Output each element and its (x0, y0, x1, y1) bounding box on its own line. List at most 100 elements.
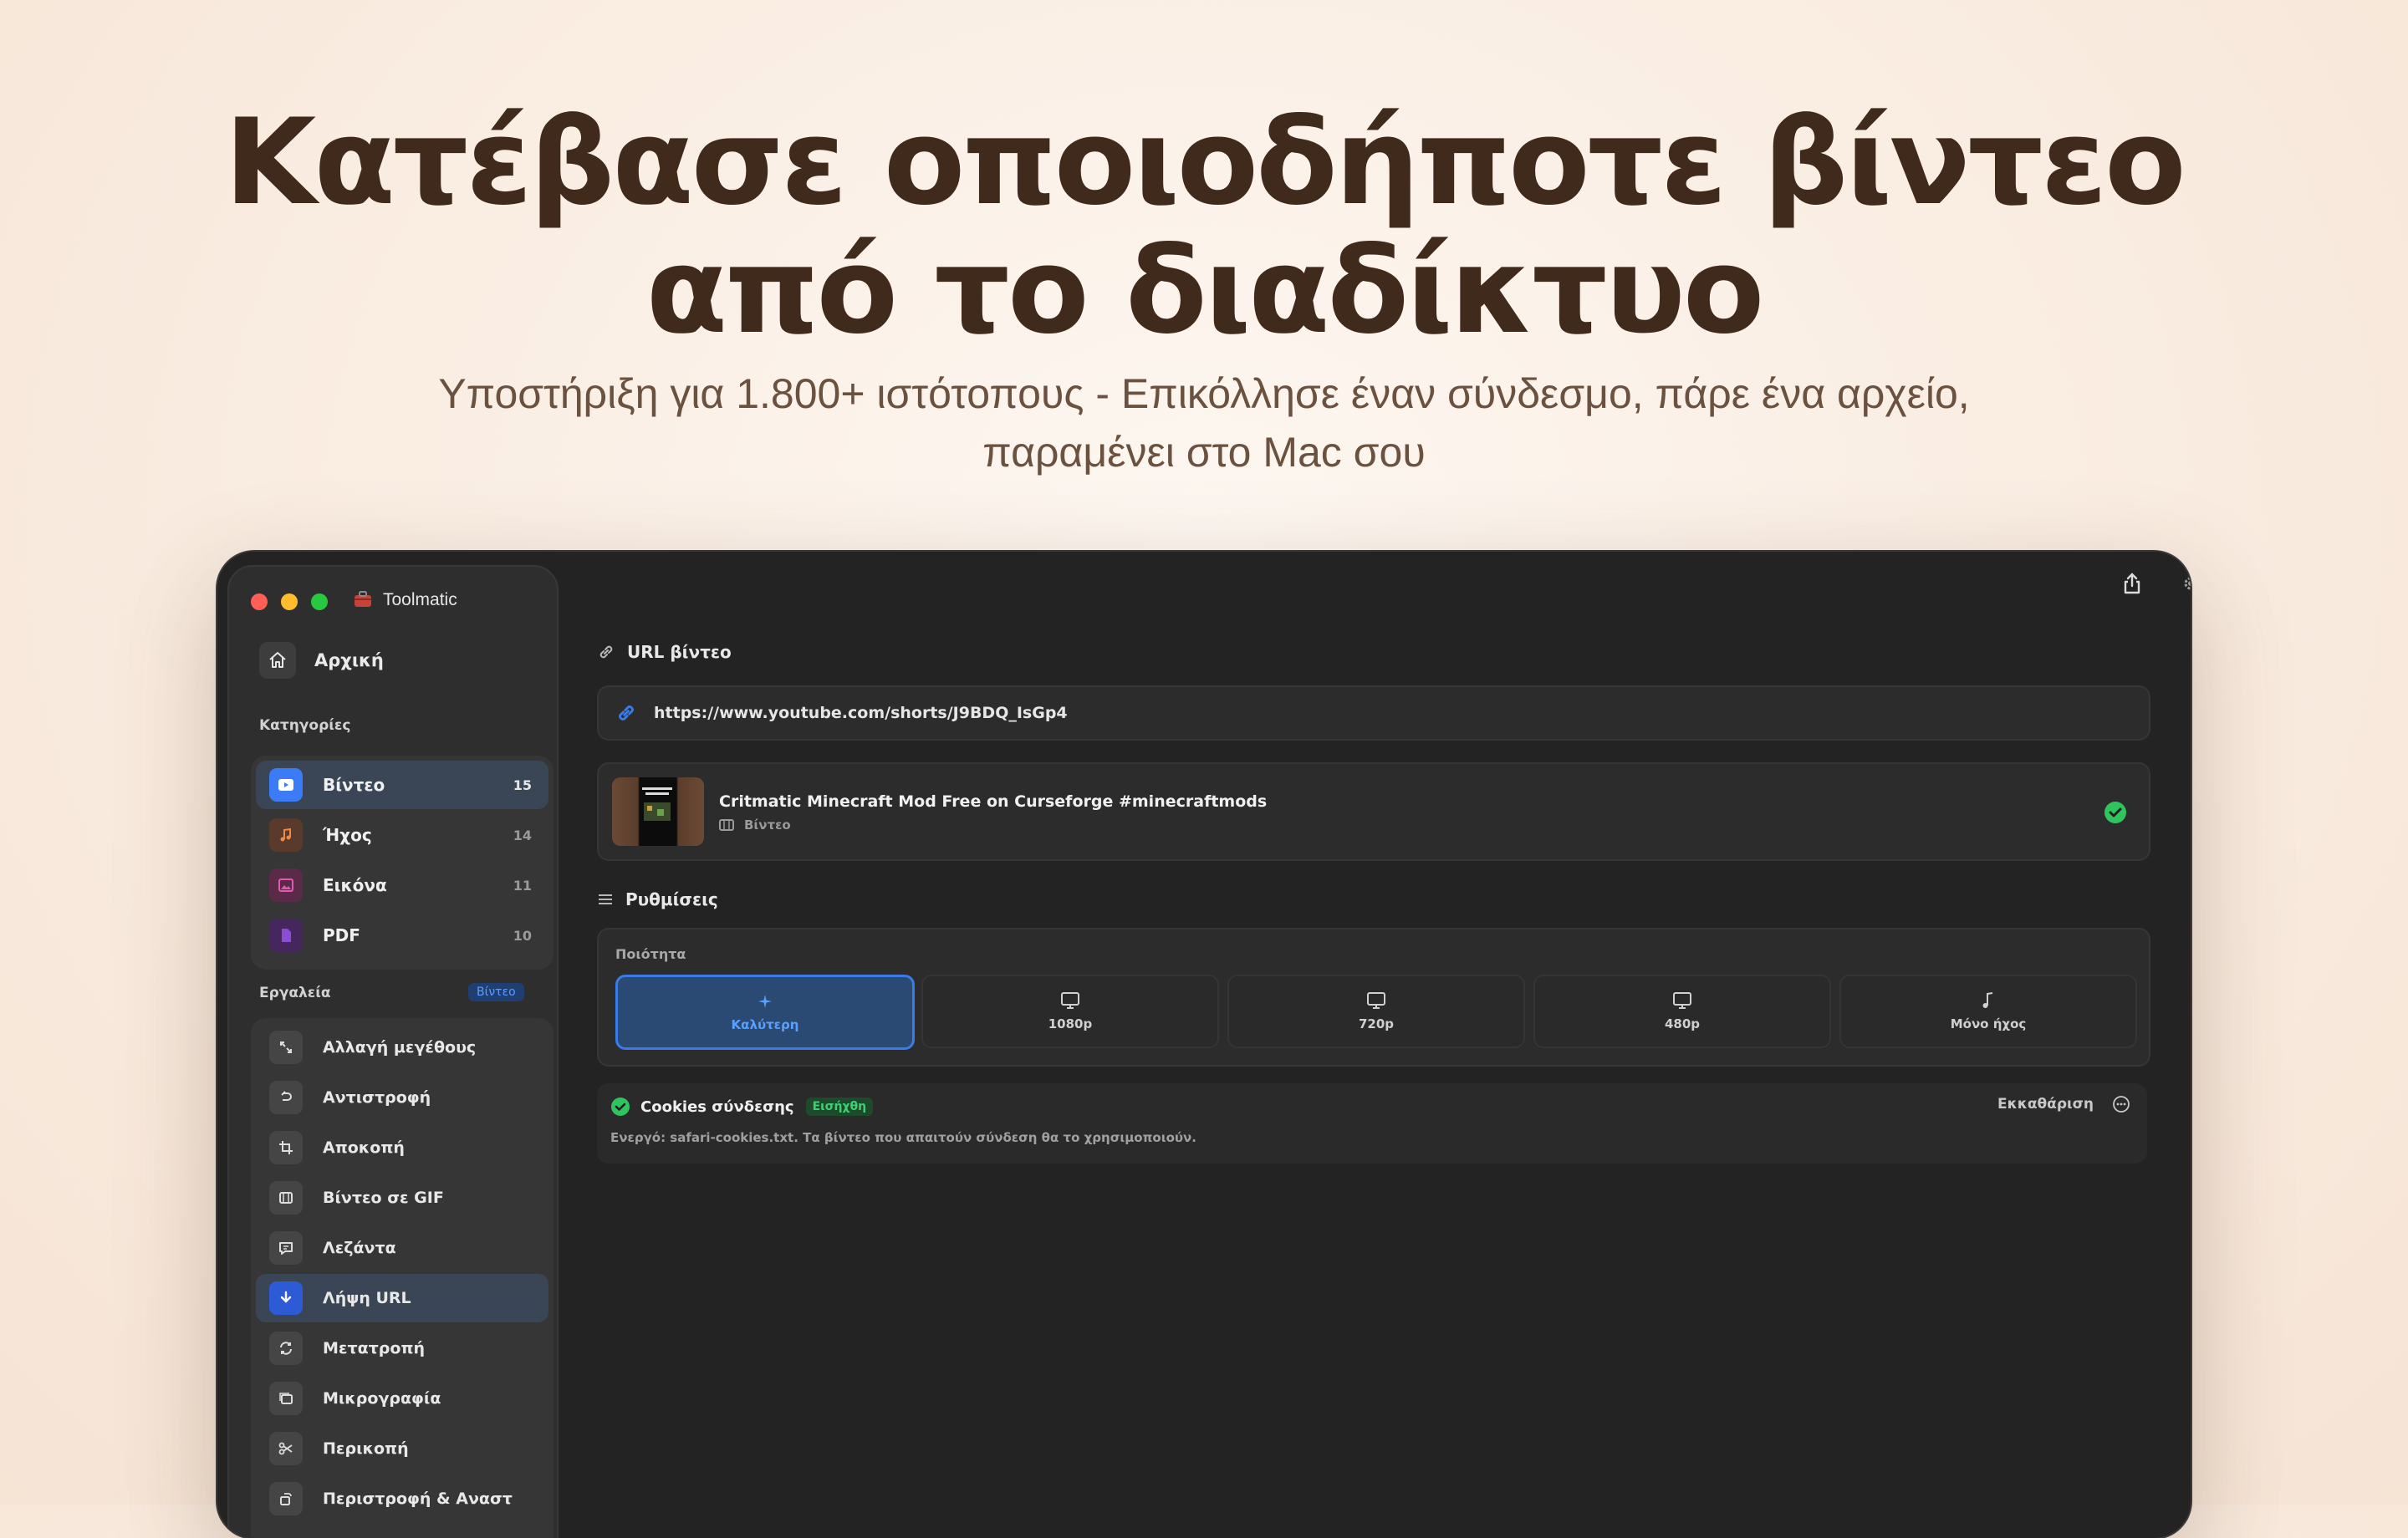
settings-lines-icon (599, 894, 612, 904)
sidebar-item-audio[interactable]: Ήχος 14 (256, 811, 548, 859)
tool-item-resize[interactable]: Αλλαγή μεγέθους (256, 1023, 548, 1072)
quality-option-label: Καλύτερη (731, 1017, 799, 1032)
hero-subtitle: Υποστήριξη για 1.800+ ιστότοπους - Επικό… (0, 364, 2408, 481)
sidebar-item-home[interactable]: Αρχική (259, 642, 384, 679)
document-icon (269, 919, 303, 952)
category-count: 11 (513, 877, 532, 894)
film-icon (719, 819, 734, 831)
tool-item-video-to-gif[interactable]: Βίντεο σε GIF (256, 1174, 548, 1222)
categories-list: Βίντεο 15 Ήχος 14 Εικόνα 11 PDF 10 (251, 756, 554, 970)
zoom-window-button[interactable] (311, 593, 328, 610)
gear-icon (2184, 577, 2191, 590)
video-info-card: Critmatic Minecraft Mod Free on Cursefor… (597, 762, 2150, 861)
hero-title: Κατέβασε οποιοδήποτε βίντεο από το διαδί… (0, 99, 2408, 356)
checkmark-icon (2104, 802, 2126, 823)
link-icon (619, 705, 634, 721)
more-icon[interactable] (2112, 1095, 2130, 1113)
tool-item-rotate[interactable]: Περιστροφή & Αναστ (256, 1474, 548, 1523)
app-window: Toolmatic Αρχική Κατηγορίες Βίντεο 15 Ήχ… (217, 552, 2191, 1538)
category-label: Εικόνα (323, 875, 387, 895)
settings-button[interactable] (2176, 568, 2191, 598)
cookies-card: Cookies σύνδεσης Εισήχθη Ενεργό: safari-… (597, 1083, 2147, 1164)
monitor-icon (1061, 992, 1079, 1009)
settings-label: Ρυθμίσεις (625, 889, 718, 909)
tool-item-url-download[interactable]: Λήψη URL (256, 1274, 548, 1322)
video-thumbnail (612, 777, 704, 846)
close-window-button[interactable] (251, 593, 268, 610)
download-icon (269, 1281, 303, 1315)
category-count: 15 (513, 777, 532, 793)
checkmark-icon (611, 1097, 630, 1116)
hero-title-line1: Κατέβασε οποιοδήποτε βίντεο (224, 94, 2186, 232)
image-icon (269, 868, 303, 902)
quality-option-label: 1080p (1048, 1016, 1093, 1031)
tool-item-convert[interactable]: Μετατροπή (256, 1324, 548, 1372)
tool-label: Περιστροφή & Αναστ (323, 1490, 513, 1508)
crop-icon (269, 1131, 303, 1164)
monitor-icon (1367, 992, 1385, 1009)
tool-label: Μετατροπή (323, 1339, 425, 1357)
sidebar-item-video[interactable]: Βίντεο 15 (256, 761, 548, 809)
film-icon (269, 1181, 303, 1215)
reverse-icon (269, 1081, 303, 1114)
hero-subtitle-line1: Υποστήριξη για 1.800+ ιστότοπους - Επικό… (438, 370, 1970, 417)
app-title: Toolmatic (383, 590, 457, 609)
music-note-icon (1982, 992, 1993, 1008)
quality-option-label: 720p (1358, 1016, 1395, 1031)
sidebar-item-pdf[interactable]: PDF 10 (256, 911, 548, 960)
toolbox-icon (355, 591, 371, 607)
sidebar-item-image[interactable]: Εικόνα 11 (256, 861, 548, 909)
sidebar: Toolmatic Αρχική Κατηγορίες Βίντεο 15 Ήχ… (227, 565, 559, 1538)
home-label: Αρχική (314, 650, 384, 670)
minimize-window-button[interactable] (281, 593, 298, 610)
quality-option-best[interactable]: Καλύτερη (615, 975, 915, 1050)
categories-header: Κατηγορίες (259, 717, 351, 734)
tool-label: Αποκοπή (323, 1138, 405, 1157)
monitor-icon (1673, 992, 1691, 1009)
share-button[interactable] (2117, 568, 2147, 598)
home-icon (259, 642, 296, 679)
category-label: Βίντεο (323, 775, 385, 795)
clear-cookies-button[interactable]: Εκκαθάριση (1997, 1095, 2130, 1113)
tool-item-trim[interactable]: Περικοπή (256, 1424, 548, 1473)
tool-label: Λήψη URL (323, 1289, 411, 1307)
tool-item-reverse[interactable]: Αντιστροφή (256, 1073, 548, 1122)
quality-option-480p[interactable]: 480p (1533, 975, 1831, 1048)
category-label: Ήχος (323, 825, 372, 845)
tool-item-crop[interactable]: Αποκοπή (256, 1123, 548, 1172)
rotate-icon (269, 1482, 303, 1515)
quality-label: Ποιότητα (615, 946, 686, 962)
clear-label: Εκκαθάριση (1997, 1096, 2094, 1113)
cookies-description: Ενεργό: safari-cookies.txt. Τα βίντεο πο… (610, 1130, 1196, 1145)
scissors-icon (269, 1432, 303, 1465)
url-input[interactable]: https://www.youtube.com/shorts/J9BDQ_IsG… (597, 685, 2150, 741)
quality-option-label: Μόνο ήχος (1950, 1016, 2027, 1031)
convert-icon (269, 1332, 303, 1365)
play-icon (269, 768, 303, 802)
video-type-label: Βίντεο (744, 817, 791, 833)
share-icon (2124, 573, 2140, 594)
thumbnail-icon (269, 1382, 303, 1415)
video-title: Critmatic Minecraft Mod Free on Cursefor… (719, 792, 1268, 811)
category-count: 14 (513, 827, 532, 843)
tools-filter-badge: Βίντεο (468, 983, 524, 1001)
imported-badge: Εισήχθη (805, 1097, 874, 1116)
quality-option-1080p[interactable]: 1080p (921, 975, 1219, 1048)
url-section-title: URL βίντεο (597, 642, 732, 662)
url-section-label: URL βίντεο (627, 642, 732, 662)
tool-label: Αντιστροφή (323, 1088, 431, 1107)
quality-option-label: 480p (1664, 1016, 1701, 1031)
tools-header: Εργαλεία (259, 985, 331, 1001)
tool-item-thumbnail[interactable]: Μικρογραφία (256, 1374, 548, 1423)
sparkle-icon (758, 995, 772, 1008)
quality-option-audio-only[interactable]: Μόνο ήχος (1839, 975, 2137, 1048)
music-note-icon (269, 818, 303, 852)
quality-option-720p[interactable]: 720p (1227, 975, 1525, 1048)
tool-label: Μικρογραφία (323, 1389, 441, 1408)
cookies-title: Cookies σύνδεσης Εισήχθη (610, 1097, 874, 1117)
link-icon (599, 645, 613, 659)
tool-label: Περικοπή (323, 1439, 409, 1458)
tool-label: Αλλαγή μεγέθους (323, 1038, 477, 1057)
tool-item-caption[interactable]: Λεζάντα (256, 1224, 548, 1272)
hero-subtitle-line2: παραμένει στο Mac σου (982, 429, 1426, 476)
